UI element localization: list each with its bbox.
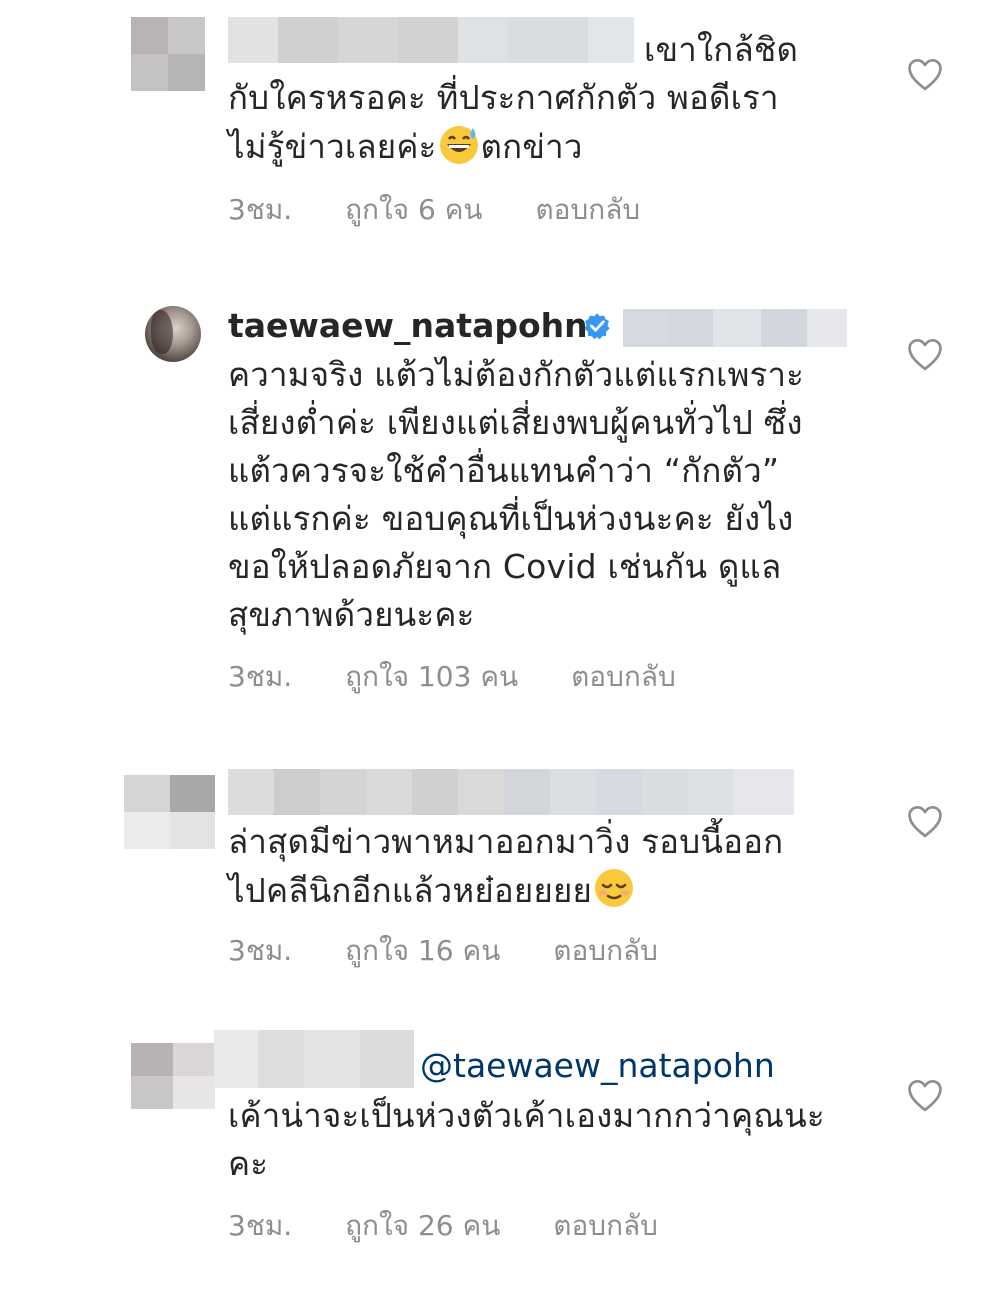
avatar-blurred[interactable] [124,775,215,849]
reply-button[interactable]: ตอบกลับ [553,931,658,971]
comment-text-line: ความจริง แต้วไม่ต้องกักตัวแต่แรกเพราะ [228,355,805,394]
likes-count-link[interactable]: ถูกใจ 16 คน [345,931,500,971]
reply-button[interactable]: ตอบกลับ [535,190,640,230]
username-blurred[interactable] [228,769,794,815]
comment-meta: 3ชม. ถูกใจ 16 คน ตอบกลับ [228,931,658,971]
comment-text-line: เค้าน่าจะเป็นห่วงตัวเค้าเองมากกว่าคุณนะ [228,1096,825,1135]
comment-text-line: ล่าสุดมีข่าวพาหมาออกมาวิ่ง รอบนี้ออก [228,822,784,861]
verified-badge-icon [584,313,610,340]
comment-time: 3ชม. [228,934,293,967]
likes-count-link[interactable]: ถูกใจ 6 คน [345,190,482,230]
comment-text: ล่าสุดมีข่าวพาหมาออกมาวิ่ง รอบนี้ออก ไปค… [228,818,868,915]
comment-text-line: สุขภาพด้วยนะคะ [228,595,475,634]
comment-text-line: แต่แรกค่ะ ขอบคุณที่เป็นห่วงนะคะ ยังไง [228,499,794,538]
reply-button[interactable]: ตอบกลับ [553,1206,658,1246]
grinning-sweat-emoji [439,126,478,164]
comment-text: เค้าน่าจะเป็นห่วงตัวเค้าเองมากกว่าคุณนะ … [228,1092,868,1188]
comment-text-line: เขาใกล้ชิด [644,30,799,69]
comment-time: 3ชม. [228,193,293,226]
heart-icon[interactable] [906,58,944,92]
comment-time: 3ชม. [228,660,293,693]
comment-text: เขาใกล้ชิด กับใครหรอคะ ที่ประกาศกักตัว พ… [228,26,868,171]
likes-count-link[interactable]: ถูกใจ 103 คน [345,657,518,697]
comment-text-line: คะ [228,1144,269,1183]
comment-time: 3ชม. [228,1209,293,1242]
comment-text-line: แต้วควรจะใช้คำอื่นแทนคำว่า “กักตัว” [228,451,780,490]
comment-meta: 3ชม. ถูกใจ 103 คน ตอบกลับ [228,657,676,697]
comment-text-line: กับใครหรอคะ ที่ประกาศกักตัว พอดีเรา [228,78,779,117]
reply-mention-blurred[interactable] [623,309,847,347]
avatar-blurred[interactable] [131,1043,215,1109]
avatar-blurred[interactable] [131,17,205,91]
heart-icon[interactable] [906,1079,944,1113]
comment-username[interactable]: taewaew_natapohn [228,302,588,350]
heart-icon[interactable] [906,805,944,839]
comment-meta: 3ชม. ถูกใจ 26 คน ตอบกลับ [228,1206,658,1246]
comment-meta: 3ชม. ถูกใจ 6 คน ตอบกลับ [228,190,640,230]
username-blurred[interactable] [214,1030,414,1088]
reply-button[interactable]: ตอบกลับ [571,657,676,697]
avatar[interactable] [145,306,201,362]
mention-link[interactable]: @taewaew_natapohn [420,1042,775,1090]
heart-icon[interactable] [906,338,944,372]
comment-text-line: ขอให้ปลอดภัยจาก Covid เช่นกัน ดูแล [228,547,782,586]
comment-text-line: เสี่ยงต่ำค่ะ เพียงแต่เสี่ยงพบผู้คนทั่วไป… [228,403,803,442]
comment-text-line: ไปคลีนิกอีกแล้วหย๋อยยยย [228,871,593,910]
likes-count-link[interactable]: ถูกใจ 26 คน [345,1206,500,1246]
comment-text-line: ไม่รู้ข่าวเลยค่ะ [228,127,437,166]
comment-text: ความจริง แต้วไม่ต้องกักตัวแต่แรกเพราะ เส… [228,351,868,639]
comment-text-after-emoji: ตกข่าว [480,127,583,166]
relieved-face-emoji [595,869,634,907]
